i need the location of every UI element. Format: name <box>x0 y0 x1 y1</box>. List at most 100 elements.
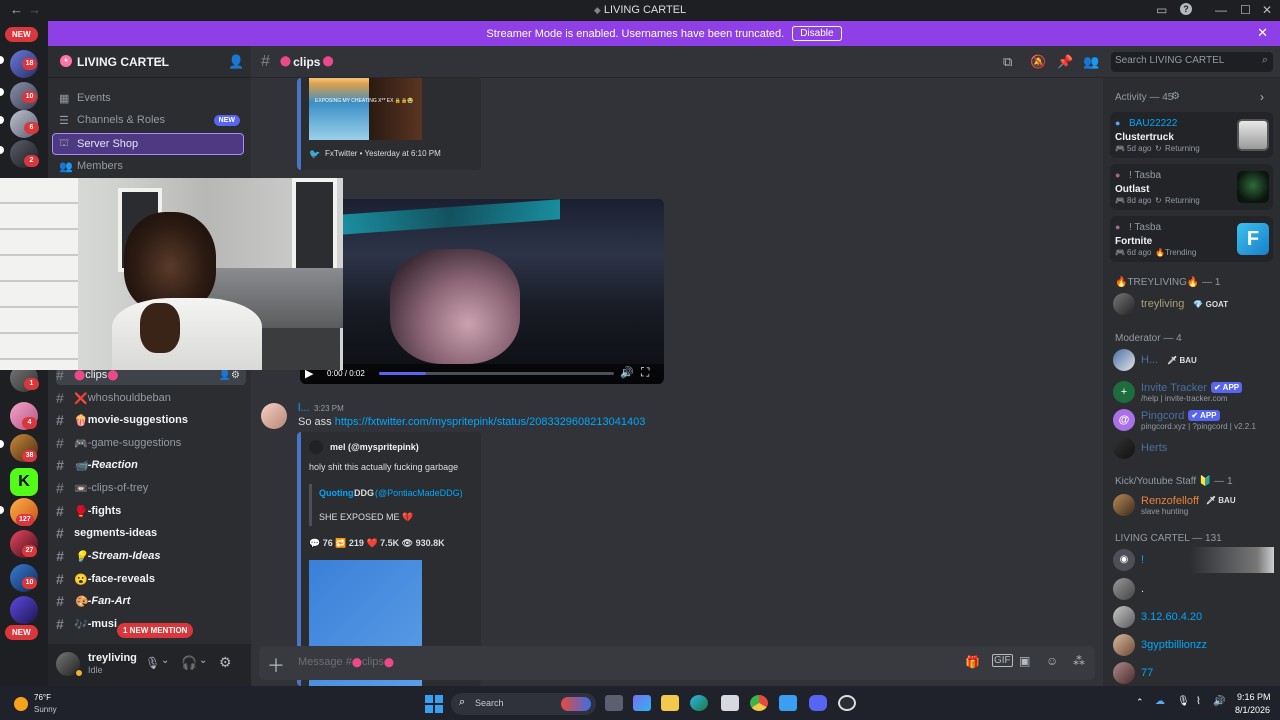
member-item[interactable]: Herts <box>1113 436 1167 460</box>
member-item[interactable]: Renzofelloff 🗡 BAU slave hunting <box>1113 491 1239 519</box>
channel-item[interactable]: # 😮 -face-reveals <box>56 569 246 589</box>
activity-card[interactable]: ● ! Tasba Outlast 🎮 8d ago ↻ Returning <box>1110 164 1273 210</box>
photos-icon[interactable] <box>779 695 797 711</box>
kick-guild-icon[interactable]: K <box>10 468 38 496</box>
discord-taskbar-icon[interactable] <box>809 695 827 711</box>
channel-settings-icon[interactable]: 👤⚙ <box>219 370 240 381</box>
webcam-window <box>292 178 337 274</box>
gif-icon[interactable]: GIF <box>992 654 1013 667</box>
file-explorer-icon[interactable] <box>661 695 679 711</box>
gift-icon[interactable]: 🎁 <box>965 655 980 669</box>
invite-people-icon[interactable]: 👤 <box>228 54 244 70</box>
channel-item[interactable]: # ❌ whoshouldbeban <box>56 388 246 408</box>
member-item[interactable]: @ Pingcord ✔ APP pingcord.xyz | ?pingcor… <box>1113 406 1256 434</box>
activity-ago: 8d ago <box>1127 196 1152 205</box>
wifi-icon[interactable]: ⌇ <box>1196 696 1201 707</box>
banner-close-icon[interactable]: ✕ <box>1257 25 1268 41</box>
member-item[interactable]: 77 <box>1113 661 1153 685</box>
headphones-icon[interactable]: 🎧 <box>181 655 197 671</box>
activity-tag: Returning <box>1165 144 1200 153</box>
help-icon[interactable]: ? <box>1180 3 1192 15</box>
server-header[interactable]: ♦ LIVING CARTEL ⌄ 👤 <box>48 46 251 78</box>
volume-icon[interactable]: 🔊 <box>1213 696 1225 707</box>
video-progress <box>379 372 426 375</box>
threads-icon[interactable]: ⧉ <box>1003 54 1012 70</box>
member-item[interactable]: . <box>1113 577 1144 601</box>
channel-item[interactable]: # 💡 -Stream-Ideas <box>56 546 246 566</box>
embed-author[interactable]: mel (@myspritepink) <box>330 442 419 452</box>
hash-icon: # <box>56 503 64 519</box>
maximize-icon[interactable]: ☐ <box>1240 3 1251 17</box>
image-caption: EXPOSING MY CHEATING X** EX 🔒🔒😭 <box>315 98 414 104</box>
channel-emoji: 🎶 <box>74 618 88 631</box>
task-view-icon[interactable] <box>605 695 623 711</box>
channel-item[interactable]: # 📹 -Reaction <box>56 455 246 475</box>
edge-icon[interactable] <box>690 695 708 711</box>
chevron-down-icon[interactable]: ⌄ <box>161 655 169 666</box>
activity-card[interactable]: ● ! Tasba Fortnite 🎮 6d ago 🔥 Trending F <box>1110 216 1273 262</box>
member-list-icon[interactable]: 👥 <box>1083 54 1099 70</box>
guild-icon[interactable] <box>10 596 38 624</box>
search-input[interactable]: Search LIVING CARTEL ⌕ <box>1111 52 1273 72</box>
pin-icon[interactable]: 📌 <box>1057 54 1073 70</box>
apps-icon[interactable]: ⁂ <box>1073 654 1085 668</box>
quoting-handle[interactable]: (@PontiacMadeDDG) <box>375 488 463 498</box>
volume-icon[interactable]: 🔊 <box>620 366 634 379</box>
microphone-icon[interactable]: 🎙 <box>145 656 160 670</box>
message-input[interactable]: Message #⬤clips⬤ <box>298 656 394 668</box>
menu-server-shop[interactable]: ⛫ Server Shop <box>52 133 244 155</box>
gear-icon[interactable]: ⚙ <box>1171 91 1180 102</box>
channel-item[interactable]: # 🎨 -Fan-Art <box>56 591 246 611</box>
role-header: LIVING CARTEL — 131 <box>1115 533 1222 544</box>
message-link[interactable]: https://fxtwitter.com/myspritepink/statu… <box>335 416 646 428</box>
clock-time: 9:16 PM <box>1237 692 1271 702</box>
emoji-icon[interactable]: ☺ <box>1046 654 1058 668</box>
gear-icon[interactable]: ⚙ <box>219 654 232 671</box>
chevron-up-icon[interactable]: ⌃ <box>1136 697 1144 708</box>
member-name-row: Renzofelloff 🗡 BAU <box>1141 495 1239 507</box>
channel-item[interactable]: # 📼 -clips-of-trey <box>56 478 246 498</box>
message-author[interactable]: l... <box>298 402 310 414</box>
add-attachment-icon[interactable]: ＋ <box>267 652 285 678</box>
notification-bell-muted-icon[interactable]: 🔕 <box>1030 54 1046 70</box>
search-placeholder: Search LIVING CARTEL <box>1115 55 1225 66</box>
new-mention-pill[interactable]: 1 NEW MENTION <box>117 623 194 638</box>
activity-card[interactable]: ● BAU22222 Clustertruck 🎮 5d ago ↻ Retur… <box>1110 112 1273 158</box>
menu-events[interactable]: ▦ Events <box>53 88 243 108</box>
close-window-icon[interactable]: ✕ <box>1262 3 1272 17</box>
channel-item[interactable]: # 🥊 -fights <box>56 501 246 521</box>
member-item[interactable]: + Invite Tracker ✔ APP /help | invite-tr… <box>1113 378 1243 406</box>
video-player[interactable]: ▶ 0:00 / 0:02 🔊 ⛶ <box>300 199 664 384</box>
channel-name: whoshouldbeban <box>87 392 171 404</box>
chrome-icon[interactable] <box>750 695 768 711</box>
channel-item[interactable]: # 🍿 movie-suggestions <box>56 410 246 430</box>
windows-start-icon[interactable] <box>425 695 443 713</box>
store-icon[interactable] <box>721 695 739 711</box>
avatar[interactable] <box>261 403 287 429</box>
menu-members[interactable]: 👥 Members <box>53 156 243 176</box>
member-item[interactable]: 3gyptbillionzz <box>1113 633 1207 657</box>
cloud-icon[interactable]: ☁ <box>1155 696 1165 707</box>
fullscreen-icon[interactable]: ⛶ <box>641 365 649 380</box>
minimize-icon[interactable]: — <box>1215 3 1227 17</box>
chevron-down-icon[interactable]: ⌄ <box>199 655 207 666</box>
sticker-icon[interactable]: ▣ <box>1019 654 1030 668</box>
channel-item[interactable]: # segments-ideas <box>56 523 246 543</box>
activity-game: Outlast <box>1115 184 1150 195</box>
microphone-icon[interactable]: 🎙 <box>1177 696 1190 707</box>
member-item[interactable]: H... 🗡 BAU <box>1113 348 1200 372</box>
member-item[interactable]: treyliving 💎 GOAT <box>1113 292 1232 316</box>
chevron-right-icon[interactable]: › <box>1260 90 1264 104</box>
embed-image[interactable]: EXPOSING MY CHEATING X** EX 🔒🔒😭 <box>309 78 422 140</box>
taskbar-search[interactable]: ⌕ Search <box>451 693 596 715</box>
disable-streamer-mode-button[interactable]: Disable <box>792 26 842 41</box>
inbox-icon[interactable]: ▭ <box>1156 3 1167 17</box>
menu-channels-roles[interactable]: ☰ Channels & Roles NEW <box>53 110 243 130</box>
obs-icon[interactable] <box>838 695 856 711</box>
copilot-icon[interactable] <box>633 695 651 711</box>
video-seekbar[interactable] <box>379 372 614 375</box>
channel-item[interactable]: # 🎮 -game-suggestions <box>56 433 246 453</box>
member-item[interactable]: ◉ ! <box>1113 548 1144 572</box>
weather-sun-icon[interactable] <box>14 697 28 711</box>
member-item[interactable]: 3.12.60.4.20 <box>1113 605 1202 629</box>
